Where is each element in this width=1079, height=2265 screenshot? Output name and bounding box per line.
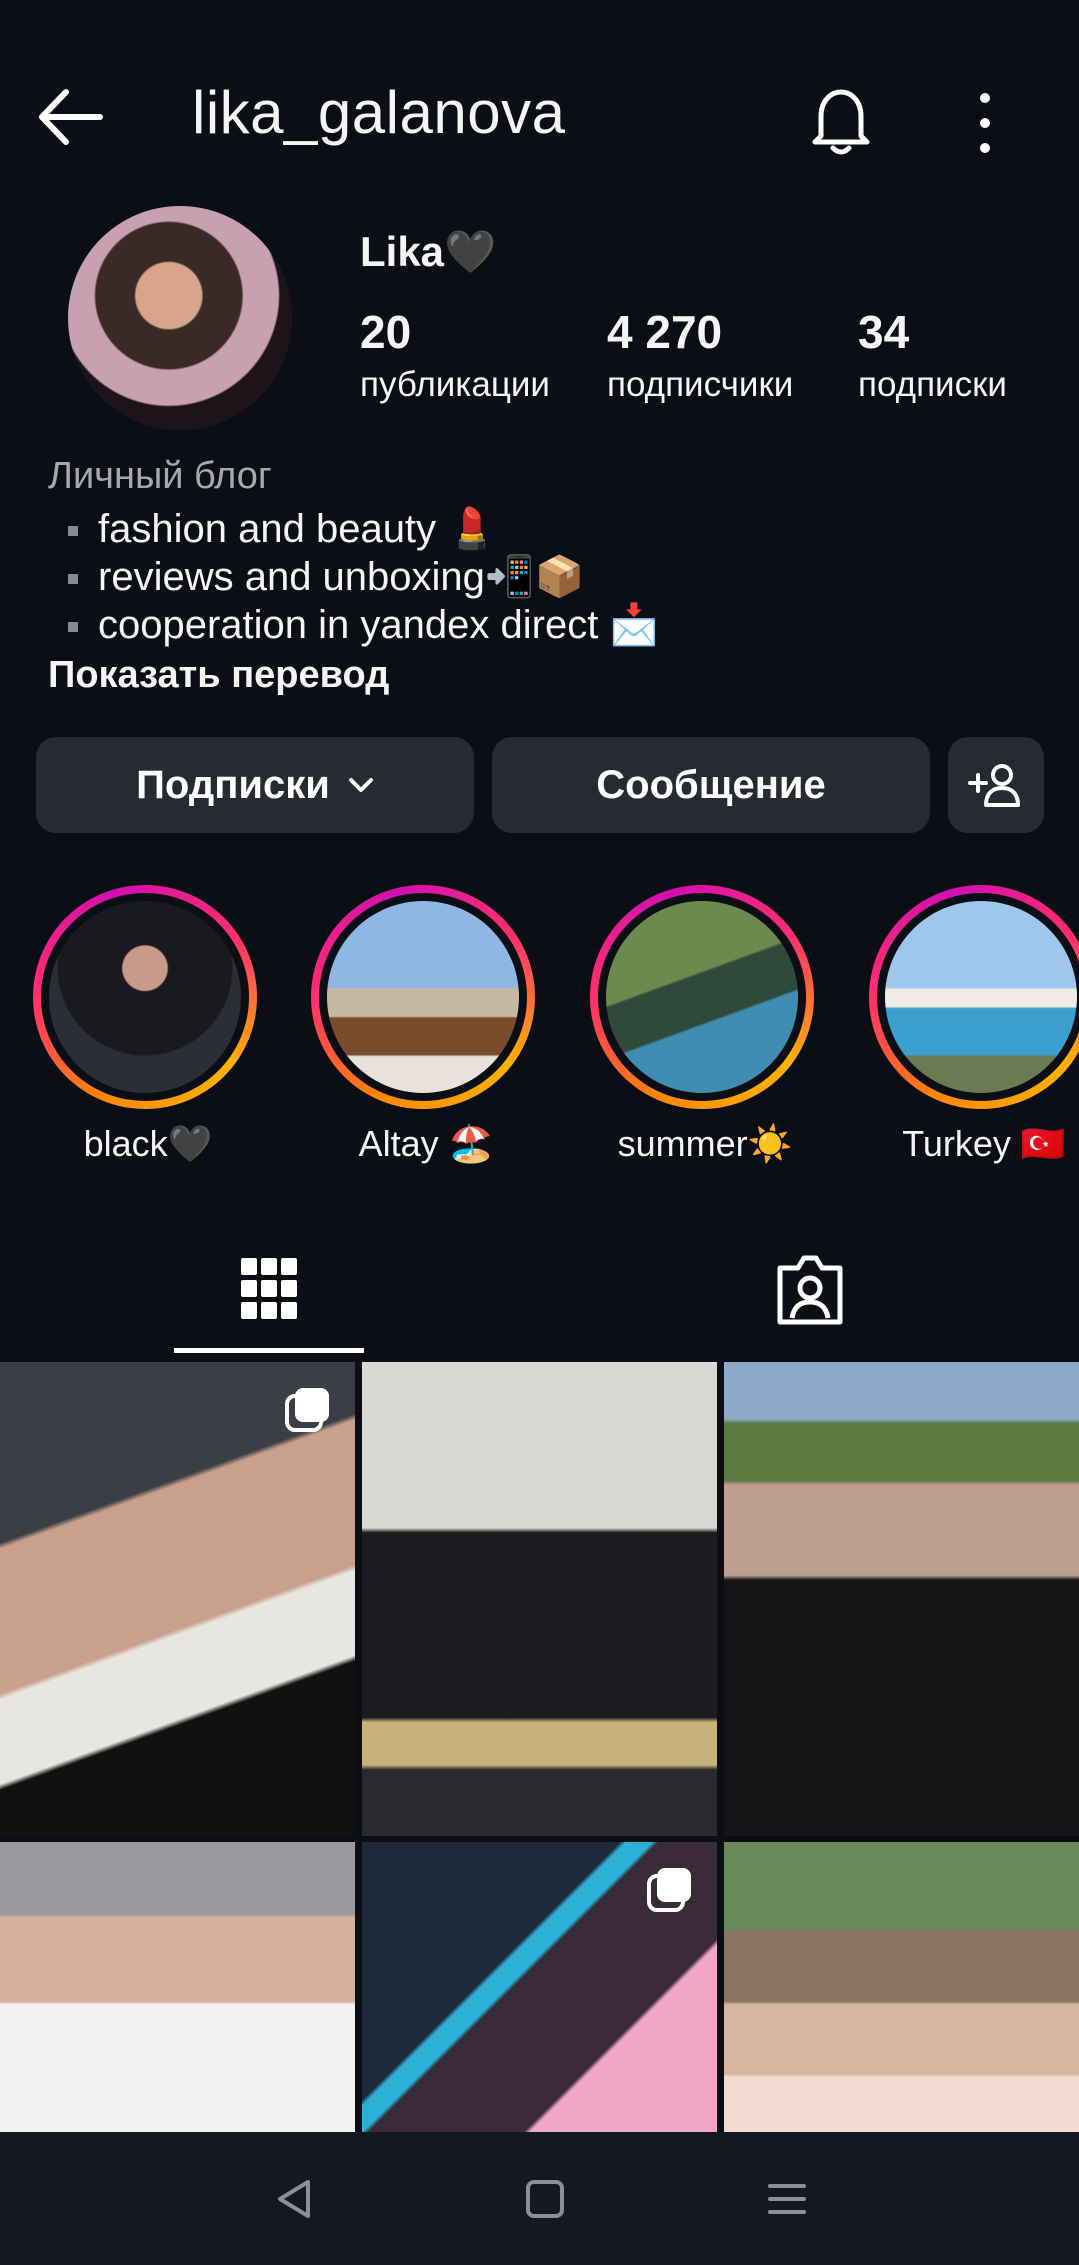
- posts-grid: [0, 1362, 1079, 2132]
- add-user-button[interactable]: [948, 737, 1044, 833]
- bullet-icon: [68, 574, 78, 585]
- profile-category: Личный блог: [48, 455, 272, 497]
- message-button[interactable]: Сообщение: [492, 737, 930, 833]
- highlight-cover: [885, 901, 1077, 1093]
- more-vertical-icon[interactable]: [960, 88, 1010, 158]
- bell-icon[interactable]: [806, 78, 876, 158]
- bio-line: fashion and beauty 💄: [68, 505, 497, 552]
- story-ring: [311, 885, 535, 1109]
- post-thumbnail[interactable]: [362, 1842, 717, 2132]
- profile-username: lika_galanova: [192, 79, 566, 146]
- chevron-down-icon: [348, 778, 373, 792]
- stat-following-count: 34: [858, 306, 910, 358]
- highlight-label: black🖤: [83, 1123, 213, 1164]
- bio-text: cooperation in yandex direct 📩: [98, 603, 660, 647]
- story-ring: [590, 885, 814, 1109]
- bio-line: reviews and unboxing📲📦: [68, 553, 585, 600]
- highlight-cover: [327, 901, 519, 1093]
- system-nav-bar: [0, 2132, 1079, 2265]
- nav-back-icon[interactable]: [270, 2174, 320, 2224]
- stat-followers[interactable]: 4 270 подписчики: [607, 305, 793, 405]
- highlight-label: Turkey 🇹🇷: [902, 1123, 1066, 1164]
- nav-home-icon[interactable]: [520, 2174, 570, 2224]
- story-ring: [869, 885, 1079, 1109]
- story-ring: [33, 885, 257, 1109]
- stat-followers-label: подписчики: [607, 365, 794, 404]
- multiple-photos-icon: [647, 1868, 691, 1912]
- post-thumbnail[interactable]: [724, 1362, 1079, 1836]
- stat-posts[interactable]: 20 публикации: [360, 305, 550, 405]
- arrow-left-icon[interactable]: [30, 82, 110, 152]
- multiple-photos-icon: [285, 1388, 329, 1432]
- story-highlight[interactable]: Turkey 🇹🇷: [869, 885, 1079, 1165]
- post-thumbnail[interactable]: [362, 1362, 717, 1836]
- story-highlight[interactable]: black🖤: [33, 885, 263, 1165]
- story-highlight[interactable]: summer☀️: [590, 885, 820, 1165]
- bio-text: fashion and beauty 💄: [98, 507, 497, 551]
- tab-posts-grid[interactable]: [174, 1254, 364, 1324]
- stat-followers-count: 4 270: [607, 306, 723, 358]
- profile-tabs: [0, 1220, 1079, 1355]
- message-button-label: Сообщение: [596, 762, 826, 807]
- bio-text: reviews and unboxing📲📦: [98, 555, 585, 599]
- stat-posts-count: 20: [360, 306, 412, 358]
- highlight-label: summer☀️: [617, 1123, 793, 1164]
- show-translation-link[interactable]: Показать перевод: [48, 654, 389, 697]
- top-bar: lika_galanova: [0, 60, 1079, 170]
- status-bar: [0, 0, 1079, 30]
- following-button-label: Подписки: [136, 762, 330, 807]
- display-name: Lika🖤: [360, 228, 497, 275]
- bullet-icon: [68, 622, 78, 633]
- bio-line: cooperation in yandex direct 📩: [68, 601, 659, 648]
- story-highlight[interactable]: Altay 🏖️: [311, 885, 541, 1165]
- post-thumbnail[interactable]: [0, 1362, 355, 1836]
- tagged-person-icon[interactable]: [770, 1250, 850, 1330]
- post-thumbnail[interactable]: [724, 1842, 1079, 2132]
- post-thumbnail[interactable]: [0, 1842, 355, 2132]
- stat-following-label: подписки: [858, 365, 1007, 404]
- highlight-cover: [606, 901, 798, 1093]
- stat-posts-label: публикации: [360, 365, 550, 404]
- highlight-cover: [49, 901, 241, 1093]
- following-button[interactable]: Подписки: [36, 737, 474, 833]
- bullet-icon: [68, 526, 78, 537]
- stat-following[interactable]: 34 подписки: [858, 305, 1007, 405]
- nav-recents-icon[interactable]: [762, 2174, 812, 2224]
- grid-icon: [241, 1258, 297, 1319]
- active-tab-indicator: [174, 1348, 364, 1353]
- profile-avatar[interactable]: [68, 206, 292, 430]
- highlight-label: Altay 🏖️: [358, 1123, 494, 1164]
- add-user-icon: [968, 764, 1020, 807]
